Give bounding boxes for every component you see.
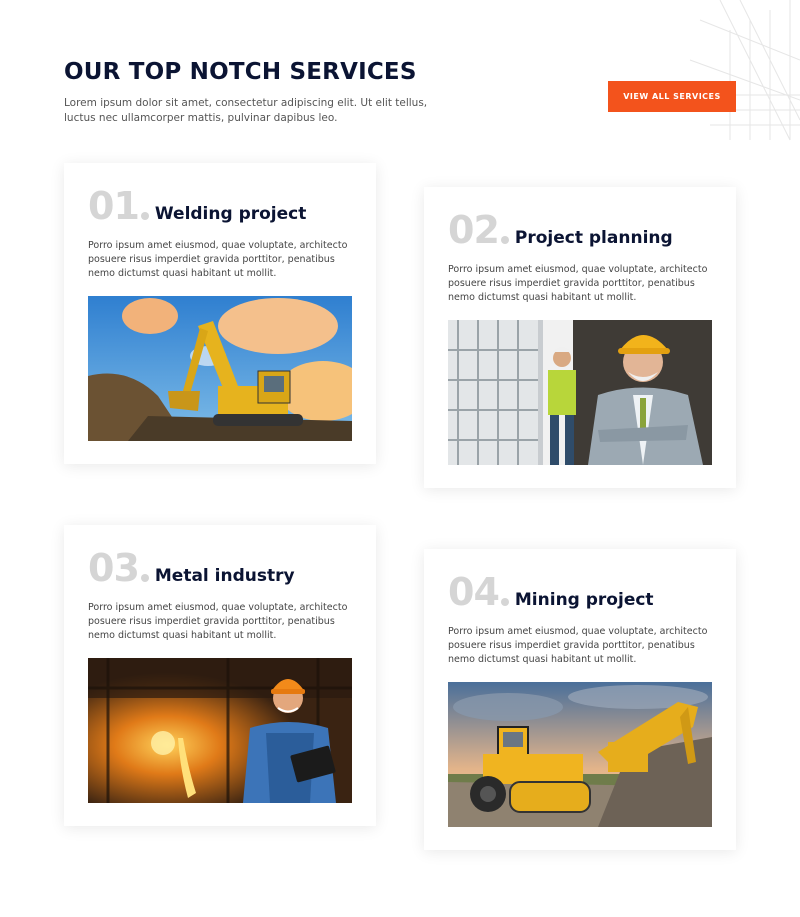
section-header: OUR TOP NOTCH SERVICES Lorem ipsum dolor… (64, 58, 464, 126)
card-heading: 01 Welding project (88, 187, 352, 225)
card-description: Porro ipsum amet eiusmod, quae voluptate… (448, 626, 708, 665)
card-description: Porro ipsum amet eiusmod, quae voluptate… (448, 264, 708, 303)
card-number: 03 (88, 546, 140, 590)
card-description: Porro ipsum amet eiusmod, quae voluptate… (88, 602, 348, 641)
card-title: Project planning (514, 228, 673, 248)
service-card-welding[interactable]: 01 Welding project Porro ipsum amet eius… (64, 163, 376, 464)
card-number: 02 (448, 208, 500, 252)
card-heading: 02 Project planning (448, 211, 712, 249)
card-number: 01 (88, 184, 140, 228)
card-title: Welding project (154, 204, 307, 224)
card-description: Porro ipsum amet eiusmod, quae voluptate… (88, 240, 348, 279)
card-heading: 04 Mining project (448, 573, 712, 611)
background-sketch-graphic (689, 0, 800, 141)
card-title: Mining project (514, 590, 654, 610)
card-number: 04 (448, 570, 500, 614)
view-all-services-button[interactable]: VIEW ALL SERVICES (608, 81, 736, 112)
card-heading: 03 Metal industry (88, 549, 352, 587)
service-card-metal[interactable]: 03 Metal industry Porro ipsum amet eiusm… (64, 525, 376, 826)
excavator-photo[interactable] (88, 296, 352, 441)
service-card-mining[interactable]: 04 Mining project Porro ipsum amet eiusm… (424, 549, 736, 850)
number-dot (140, 212, 149, 220)
steelworker-photo[interactable] (88, 658, 352, 803)
number-dot (500, 598, 509, 606)
card-title: Metal industry (154, 566, 295, 586)
engineer-photo[interactable] (448, 320, 712, 465)
service-card-planning[interactable]: 02 Project planning Porro ipsum amet eiu… (424, 187, 736, 488)
page-title: OUR TOP NOTCH SERVICES (64, 59, 417, 85)
road-roller-photo[interactable] (448, 682, 712, 827)
number-dot (500, 236, 509, 244)
number-dot (140, 574, 149, 582)
section-intro: Lorem ipsum dolor sit amet, consectetur … (64, 97, 428, 124)
